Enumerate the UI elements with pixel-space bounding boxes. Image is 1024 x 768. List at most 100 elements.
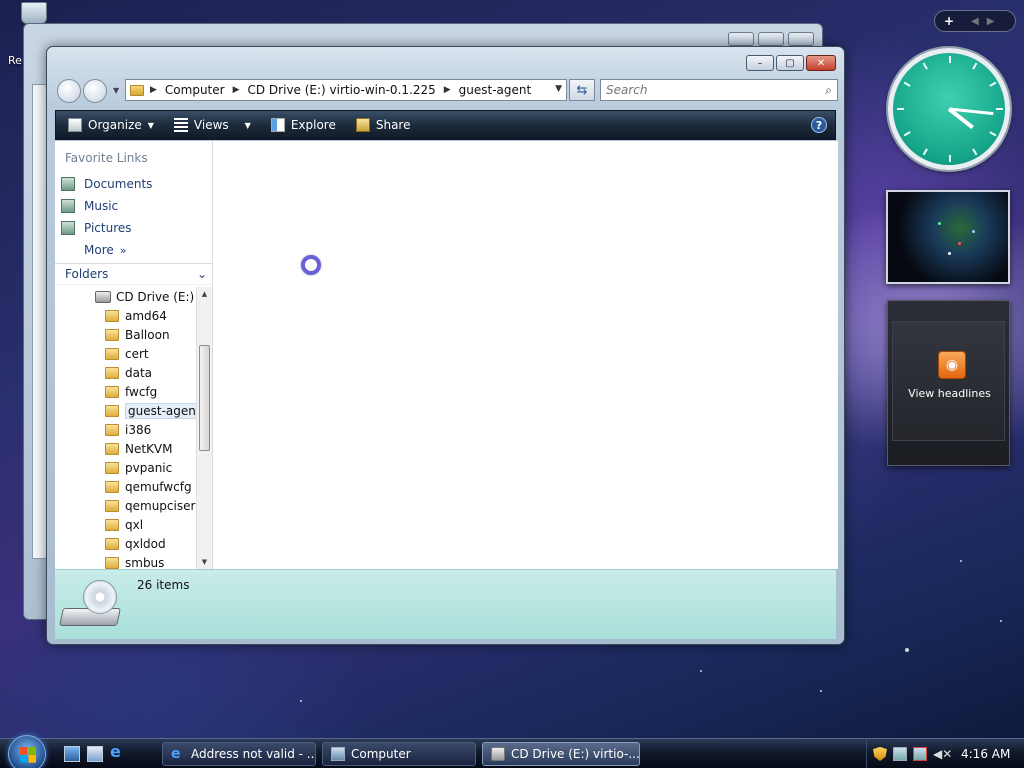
tree-item-label: pvpanic xyxy=(125,460,173,475)
tree-item-qemufwcfg[interactable]: qemufwcfg xyxy=(55,477,197,496)
folders-label: Folders xyxy=(65,267,109,281)
taskbar-button-label: CD Drive (E:) virtio-... xyxy=(511,747,640,761)
explore-icon xyxy=(270,118,285,132)
tree-item-qemupciserial[interactable]: qemupciserial xyxy=(55,496,197,515)
refresh-button[interactable]: ⇆ xyxy=(569,79,595,101)
taskbar-button-cd-drive[interactable]: CD Drive (E:) virtio-... xyxy=(482,742,640,766)
tree-item-balloon[interactable]: Balloon xyxy=(55,325,197,344)
favorite-link-more[interactable]: More » xyxy=(61,239,152,261)
breadcrumb-cd-drive[interactable]: ▶ CD Drive (E:) virtio-win-0.1.225 xyxy=(233,83,436,97)
chevron-down-icon[interactable]: ⌄ xyxy=(197,267,207,281)
show-desktop-icon[interactable] xyxy=(64,746,80,762)
tree-item-cd-drive[interactable]: CD Drive (E:) virtio-win-0.1.225 xyxy=(55,287,197,306)
taskbar-button-computer[interactable]: Computer xyxy=(322,742,476,766)
taskbar-button-browser[interactable]: e Address not valid - ... xyxy=(162,742,316,766)
recent-pages-dropdown-icon[interactable]: ▼ xyxy=(113,86,119,95)
share-button[interactable]: Share xyxy=(352,114,415,136)
folder-icon xyxy=(130,84,144,96)
background-maximize-button[interactable] xyxy=(758,32,784,46)
back-button[interactable] xyxy=(57,79,81,103)
details-pane: 26 items xyxy=(55,569,836,639)
tree-item-cert[interactable]: cert xyxy=(55,344,197,363)
explore-label: Explore xyxy=(290,118,336,132)
close-button[interactable]: ✕ xyxy=(806,55,836,71)
start-button[interactable] xyxy=(8,735,46,768)
network-icon[interactable] xyxy=(893,747,907,761)
favorite-link-documents[interactable]: Documents xyxy=(61,173,152,195)
favorite-link-pictures[interactable]: Pictures xyxy=(61,217,152,239)
slideshow-dot xyxy=(948,252,951,255)
search-icon[interactable]: ⌕ xyxy=(825,83,832,98)
clock-tick xyxy=(972,62,978,70)
breadcrumb-label: Computer xyxy=(164,83,225,97)
address-dropdown-icon[interactable]: ▼ xyxy=(555,84,562,94)
volume-muted-icon[interactable]: ◀✕ xyxy=(933,747,952,761)
address-bar[interactable]: ▶ Computer ▶ CD Drive (E:) virtio-win-0.1.… xyxy=(125,79,567,101)
breadcrumb-computer[interactable]: ▶ Computer xyxy=(150,83,225,97)
security-shield-icon[interactable] xyxy=(873,747,887,761)
slideshow-gadget[interactable] xyxy=(886,190,1010,284)
clock-tick xyxy=(903,81,911,87)
explorer-window[interactable]: – ▢ ✕ ▼ ▶ Computer ▶ CD Drive (E:) virtio-… xyxy=(46,46,845,645)
view-headlines-link[interactable]: View headlines xyxy=(888,387,1011,400)
tree-item-amd64[interactable]: amd64 xyxy=(55,306,197,325)
search-placeholder: Search xyxy=(606,83,648,97)
breadcrumb-arrow-icon[interactable]: ▶ xyxy=(150,85,157,95)
tree-item-guest-agent[interactable]: guest-agent xyxy=(55,401,197,420)
clock-tick xyxy=(949,155,951,162)
rss-icon: ◉ xyxy=(938,351,966,379)
internet-explorer-icon[interactable]: e xyxy=(110,742,126,761)
star xyxy=(300,700,302,702)
organize-button[interactable]: Organize ▼ xyxy=(64,114,158,136)
double-chevron-right-icon: » xyxy=(119,243,127,257)
tree-item-i386[interactable]: i386 xyxy=(55,420,197,439)
chevron-down-icon: ▼ xyxy=(147,120,154,130)
background-close-button[interactable] xyxy=(788,32,814,46)
recycle-bin-label: Re xyxy=(8,54,22,67)
tree-item-qxldod[interactable]: qxldod xyxy=(55,534,197,553)
cd-drive-icon xyxy=(95,290,111,303)
add-gadget-button[interactable]: + xyxy=(935,14,963,28)
explore-button[interactable]: Explore xyxy=(267,114,340,136)
item-count: 26 items xyxy=(137,578,190,592)
tree-item-netkvm[interactable]: NetKVM xyxy=(55,439,197,458)
chevron-left-icon[interactable]: ◀ xyxy=(971,16,979,27)
tree-item-label: qxl xyxy=(125,517,144,532)
tree-item-label: qemupciserial xyxy=(125,498,197,513)
scroll-up-icon[interactable]: ▲ xyxy=(197,287,212,301)
feed-headlines-gadget[interactable]: ◉ View headlines xyxy=(887,300,1010,466)
forward-button[interactable] xyxy=(83,79,107,103)
window-controls: – ▢ ✕ xyxy=(746,55,836,71)
folder-tree-scrollbar[interactable]: ▲ ▼ xyxy=(196,287,212,569)
help-icon[interactable]: ? xyxy=(811,117,827,133)
breadcrumb-arrow-icon[interactable]: ▶ xyxy=(444,85,451,95)
views-label: Views xyxy=(193,118,229,132)
computer-icon xyxy=(331,747,345,761)
maximize-button[interactable]: ▢ xyxy=(776,55,804,71)
clock-tick xyxy=(989,81,997,87)
clock-time[interactable]: 4:16 AM xyxy=(961,747,1010,761)
switch-windows-icon[interactable] xyxy=(87,746,103,762)
sidebar-controls: + ◀ ▶ xyxy=(934,10,1016,32)
scroll-down-icon[interactable]: ▼ xyxy=(197,555,212,569)
background-minimize-button[interactable] xyxy=(728,32,754,46)
breadcrumb-arrow-icon[interactable]: ▶ xyxy=(233,85,240,95)
tree-item-qxl[interactable]: qxl xyxy=(55,515,197,534)
favorite-link-music[interactable]: Music xyxy=(61,195,152,217)
folders-header[interactable]: Folders ⌄ xyxy=(55,263,213,285)
minimize-button[interactable]: – xyxy=(746,55,774,71)
tree-item-label: qxldod xyxy=(125,536,166,551)
tree-item-pvpanic[interactable]: pvpanic xyxy=(55,458,197,477)
tree-item-fwcfg[interactable]: fwcfg xyxy=(55,382,197,401)
tree-item-data[interactable]: data xyxy=(55,363,197,382)
tree-item-smbus[interactable]: smbus xyxy=(55,553,197,569)
scrollbar-thumb[interactable] xyxy=(199,345,210,451)
network-disconnected-icon[interactable] xyxy=(913,747,927,761)
ie-icon: e xyxy=(171,746,181,762)
chevron-right-icon[interactable]: ▶ xyxy=(987,16,995,27)
breadcrumb-guest-agent[interactable]: ▶ guest-agent xyxy=(444,83,531,97)
search-input[interactable]: Search ⌕ xyxy=(600,79,838,101)
clock-gadget[interactable] xyxy=(888,48,1010,170)
views-button[interactable]: Views ▼ xyxy=(170,114,255,136)
file-list-area[interactable] xyxy=(213,141,838,569)
